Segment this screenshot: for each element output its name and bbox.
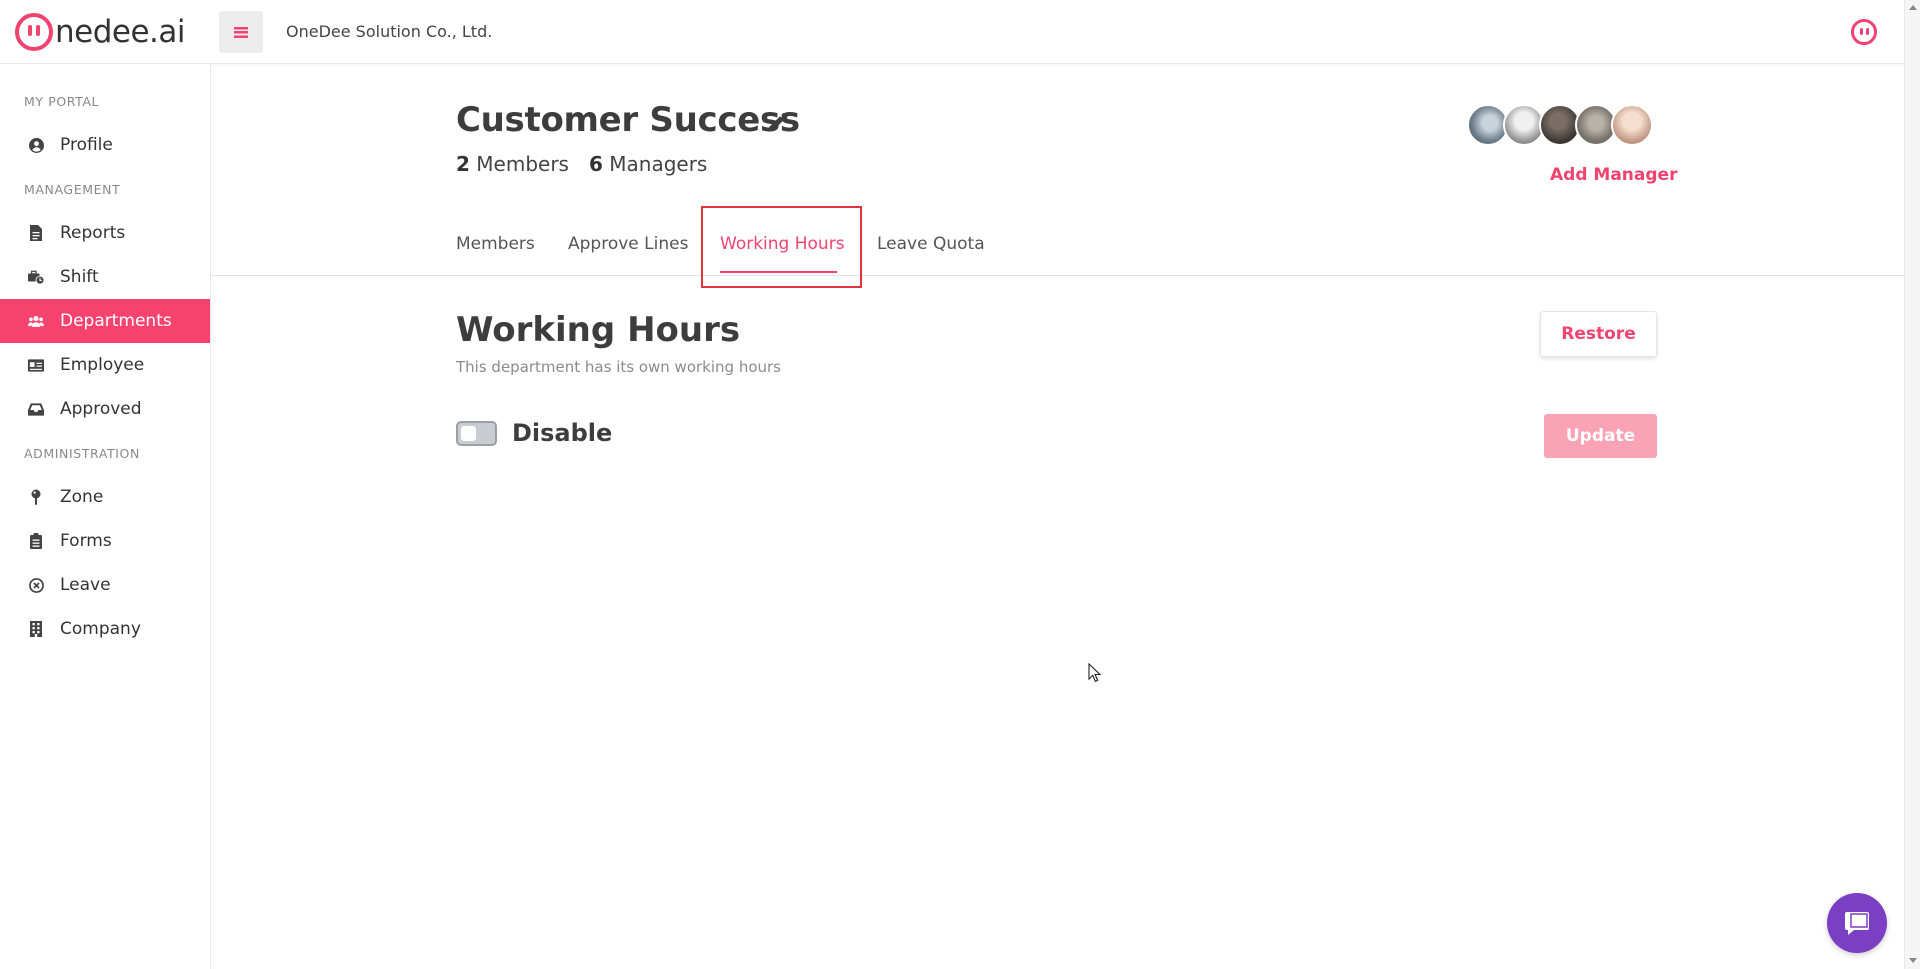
file-icon <box>28 225 44 241</box>
sidebar-item-shift[interactable]: Shift <box>0 255 210 299</box>
x-circle-icon <box>28 577 44 593</box>
pencil-icon[interactable] <box>766 110 790 134</box>
section-management: MANAGEMENT <box>24 182 121 197</box>
chat-widget-button[interactable] <box>1827 893 1887 953</box>
building-icon <box>28 621 44 637</box>
sidebar-item-profile[interactable]: Profile <box>0 123 210 167</box>
sidebar-item-label: Shift <box>60 267 99 287</box>
section-title: Working Hours <box>456 310 741 350</box>
sidebar-item-employee[interactable]: Employee <box>0 343 210 387</box>
sidebar-item-forms[interactable]: Forms <box>0 519 210 563</box>
department-title: Customer Success <box>456 100 800 140</box>
sidebar-item-departments[interactable]: Departments <box>0 299 210 343</box>
inbox-icon <box>28 401 44 417</box>
section-subtitle: This department has its own working hour… <box>456 358 781 376</box>
sidebar-item-leave[interactable]: Leave <box>0 563 210 607</box>
users-icon <box>28 313 44 329</box>
sidebar-item-label: Leave <box>60 575 111 595</box>
sidebar-item-label: Approved <box>60 399 142 419</box>
page-scrollbar[interactable] <box>1904 0 1920 969</box>
logo-face-icon <box>15 13 53 51</box>
top-bar: nedee.ai OneDee Solution Co., Ltd. <box>0 0 1904 64</box>
tab-approve-lines[interactable]: Approve Lines <box>568 234 688 254</box>
tab-members[interactable]: Members <box>456 234 535 254</box>
avatar[interactable] <box>1611 104 1653 146</box>
tab-leave-quota[interactable]: Leave Quota <box>877 234 985 254</box>
managers-count: 6 <box>588 152 603 176</box>
chat-bubble-icon <box>1845 912 1869 935</box>
section-my-portal: MY PORTAL <box>24 94 100 109</box>
department-counts: 2 Members 6 Managers <box>456 152 707 176</box>
section-administration: ADMINISTRATION <box>24 446 140 461</box>
company-name: OneDee Solution Co., Ltd. <box>286 22 493 41</box>
restore-button[interactable]: Restore <box>1540 311 1657 357</box>
sidebar-item-label: Company <box>60 619 141 639</box>
briefcase-clock-icon <box>28 269 44 285</box>
id-card-icon <box>28 357 44 373</box>
managers-label: Managers <box>609 152 708 176</box>
user-avatar-icon[interactable] <box>1851 19 1877 45</box>
update-button[interactable]: Update <box>1544 414 1657 458</box>
hamburger-icon <box>234 26 248 38</box>
map-pin-icon <box>28 489 44 505</box>
highlight-box <box>701 206 862 288</box>
scroll-up-arrow-icon[interactable] <box>1909 5 1917 10</box>
sidebar-item-label: Profile <box>60 135 113 155</box>
clipboard-icon <box>28 533 44 549</box>
add-manager-link[interactable]: Add Manager <box>1550 165 1677 185</box>
logo-text: nedee.ai <box>55 14 186 50</box>
sidebar-item-approved[interactable]: Approved <box>0 387 210 431</box>
sidebar-item-label: Employee <box>60 355 145 375</box>
toggle-label: Disable <box>512 419 613 447</box>
sidebar-item-label: Zone <box>60 487 104 507</box>
sidebar-item-zone[interactable]: Zone <box>0 475 210 519</box>
members-count: 2 <box>456 152 470 176</box>
hamburger-menu-button[interactable] <box>219 11 263 53</box>
members-label: Members <box>476 152 569 176</box>
sidebar-item-label: Reports <box>60 223 126 243</box>
user-circle-icon <box>28 137 44 153</box>
sidebar-item-company[interactable]: Company <box>0 607 210 651</box>
toggle-knob <box>461 426 476 441</box>
sidebar-item-label: Departments <box>60 311 172 331</box>
manager-avatars[interactable] <box>1467 104 1653 146</box>
scroll-down-arrow-icon[interactable] <box>1909 958 1917 963</box>
onedee-logo[interactable]: nedee.ai <box>15 12 186 52</box>
working-hours-toggle[interactable] <box>456 421 497 446</box>
sidebar-item-label: Forms <box>60 531 112 551</box>
mouse-cursor-icon <box>1088 663 1102 683</box>
department-tabs: Members Approve Lines Working Hours Leav… <box>212 206 1904 288</box>
sidebar-item-reports[interactable]: Reports <box>0 211 210 255</box>
sidebar: MY PORTAL Profile MANAGEMENT Reports Shi… <box>0 64 211 969</box>
